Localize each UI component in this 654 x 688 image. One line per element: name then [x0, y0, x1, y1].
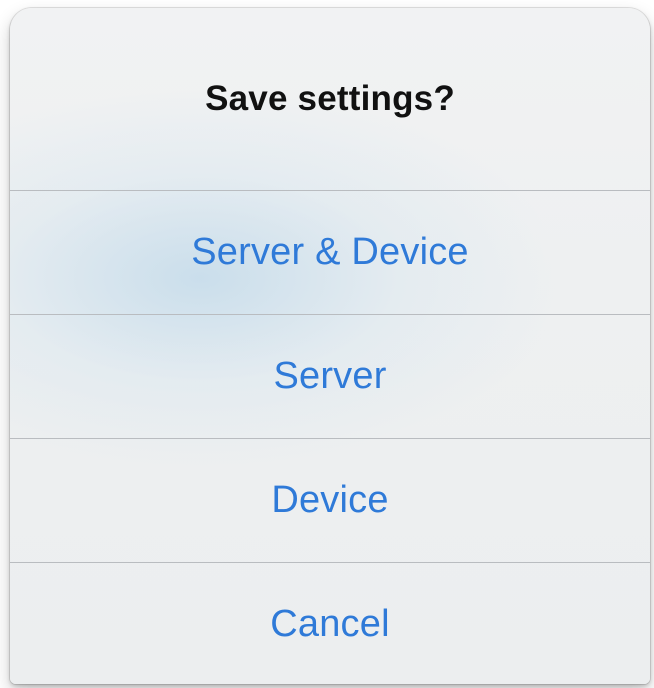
server-and-device-label: Server & Device — [191, 231, 469, 273]
device-button[interactable]: Device — [10, 438, 650, 562]
server-label: Server — [273, 355, 387, 397]
dialog-title: Save settings? — [205, 79, 455, 118]
server-button[interactable]: Server — [10, 314, 650, 438]
server-and-device-button[interactable]: Server & Device — [10, 190, 650, 314]
dialog-header: Save settings? — [10, 8, 650, 190]
save-settings-dialog: Save settings? Server & Device Server De… — [10, 8, 650, 684]
cancel-label: Cancel — [270, 603, 390, 645]
cancel-button[interactable]: Cancel — [10, 562, 650, 684]
device-label: Device — [271, 479, 389, 521]
